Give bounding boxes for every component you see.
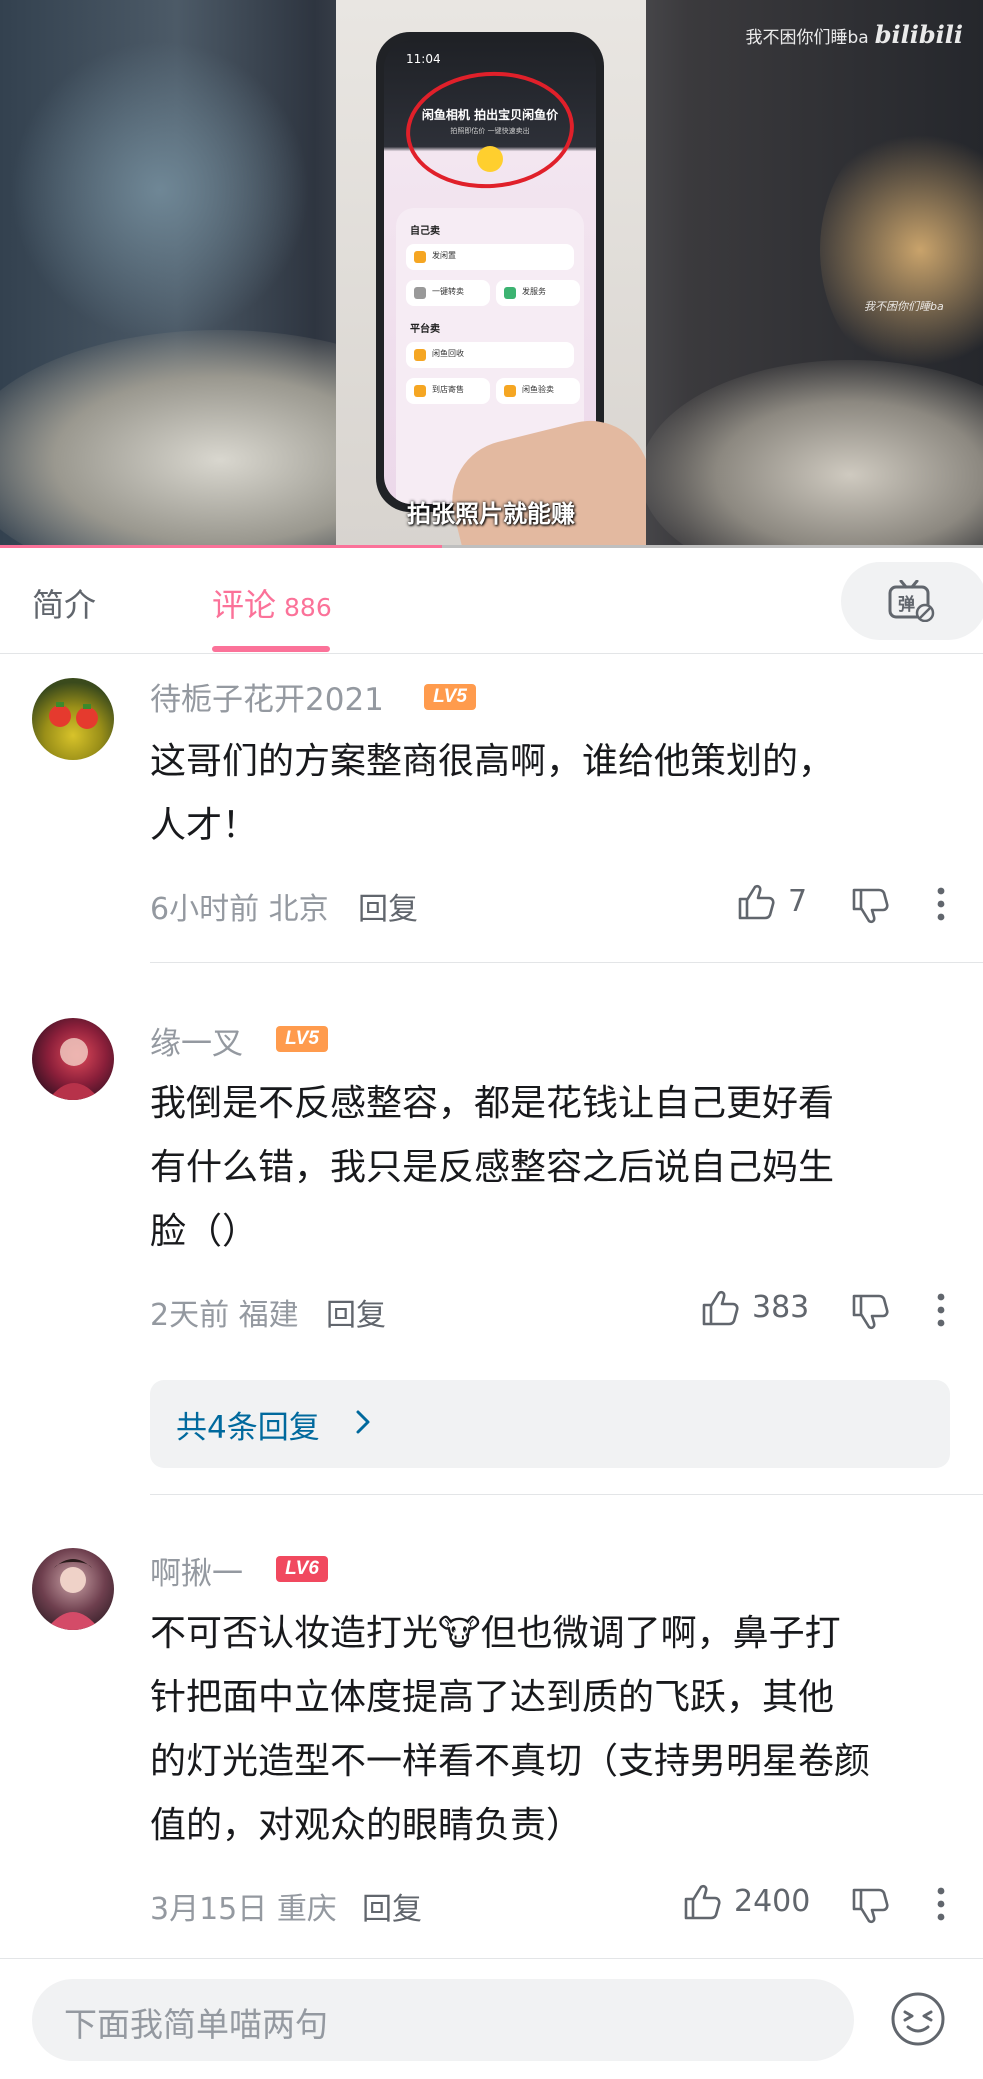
comment-input-placeholder: 下面我简单喵两句 [64, 2005, 328, 2044]
danmaku-off-icon: 弹 [888, 580, 935, 622]
thumbs-down-icon[interactable] [850, 1886, 890, 1926]
comment-meta: 6小时前 北京 [150, 884, 329, 928]
reply-button[interactable]: 回复 [362, 1884, 422, 1928]
level-badge: LV5 [424, 684, 476, 710]
username[interactable]: 缘一叉 [150, 1018, 243, 1063]
active-tab-indicator [212, 646, 330, 652]
comment-input-bar: 下面我简单喵两句 [0, 1958, 983, 2079]
replies-summary: 共4条回复 [176, 1410, 320, 1446]
more-options-icon[interactable] [936, 886, 946, 922]
like-count: 7 [788, 884, 808, 919]
thumbs-up-icon[interactable] [682, 1882, 722, 1922]
comment-text-line: 不可否认妆造打光🐮但也微调了啊，鼻子打 [150, 1613, 841, 1654]
comment-time: 6小时前 [150, 892, 260, 927]
username[interactable]: 啊揪一 [150, 1548, 243, 1593]
phone-time: 11:04 [406, 52, 441, 66]
strawberry-avatar-image [49, 702, 98, 729]
portrait-avatar-image [46, 1559, 100, 1630]
emoji-icon[interactable] [888, 1989, 948, 2049]
more-options-icon[interactable] [936, 1292, 946, 1328]
video-progress-bar[interactable] [0, 545, 983, 548]
comment-text-line: 针把面中立体度提高了达到质的飞跃，其他 [150, 1677, 835, 1718]
card-icon [504, 287, 516, 299]
section-self-sell: 自己卖 [410, 226, 440, 237]
chevron-right-icon [356, 1410, 370, 1434]
comment-text-line: 脸（） [150, 1211, 259, 1252]
comment-text-line: 人才！ [150, 805, 259, 846]
red-circle-annotation [402, 66, 578, 194]
card-icon [414, 287, 426, 299]
watermark: 我不困你们睡ba bilibili [746, 20, 963, 49]
video-progress-fill [0, 545, 443, 548]
costume-right [640, 360, 983, 548]
card-icon [504, 385, 516, 397]
inset-clip: 11:04 闲鱼相机 拍出宝贝闲鱼价 拍照即估价 一键快速卖出 自己卖 发闲置 … [336, 0, 646, 548]
tab-intro[interactable]: 简介 [32, 580, 96, 626]
comment-text-line: 这哥们的方案整商很高啊，谁给他策划的， [150, 741, 835, 782]
comment-divider [150, 1494, 983, 1495]
avatar[interactable] [32, 678, 114, 760]
level-badge: LV6 [276, 1556, 328, 1582]
comment-time: 2天前 [150, 1298, 230, 1333]
comment-time: 3月15日 [150, 1892, 268, 1927]
comment-text-line: 我倒是不反感整容，都是花钱让自己更好看 [150, 1083, 835, 1124]
thumbs-down-icon[interactable] [850, 1292, 890, 1332]
comments-count: 886 [284, 593, 332, 622]
card-icon [414, 349, 426, 361]
card-icon [414, 385, 426, 397]
comment-text-line: 值的，对观众的眼睛负责） [150, 1805, 583, 1846]
portrait-avatar-image [48, 1038, 100, 1100]
comment-location: 重庆 [276, 1892, 337, 1927]
bilibili-logo: bilibili [874, 20, 963, 49]
card-label: 到店寄售 [432, 385, 464, 394]
comment-input[interactable]: 下面我简单喵两句 [32, 1979, 854, 2061]
comment-location: 福建 [238, 1298, 299, 1333]
avatar[interactable] [32, 1018, 114, 1100]
comment-meta: 2天前 福建 [150, 1290, 299, 1334]
tab-comments[interactable]: 评论 886 [212, 580, 332, 626]
thumbs-down-icon[interactable] [850, 886, 890, 926]
reply-button[interactable]: 回复 [358, 884, 418, 928]
comment-meta: 3月15日 重庆 [150, 1884, 337, 1928]
tab-comments-label: 评论 [212, 586, 277, 624]
video-player[interactable]: 11:04 闲鱼相机 拍出宝贝闲鱼价 拍照即估价 一键快速卖出 自己卖 发闲置 … [0, 0, 983, 548]
background-blur [10, 40, 310, 340]
watermark-user: 我不困你们睡ba [745, 28, 869, 48]
card-icon [414, 251, 426, 263]
panel-card: 发服务 [496, 280, 580, 306]
thumbs-up-icon[interactable] [736, 882, 776, 922]
like-count: 383 [752, 1290, 810, 1325]
section-platform-sell: 平台卖 [410, 324, 440, 335]
more-options-icon[interactable] [936, 1886, 946, 1922]
comment-location: 北京 [268, 892, 329, 927]
thumbs-up-icon[interactable] [700, 1288, 740, 1328]
reply-button[interactable]: 回复 [326, 1290, 386, 1334]
calligraphy-signature: 我不困你们睡ba [864, 300, 944, 313]
tab-bar: 简介 评论 886 弹 [0, 550, 983, 654]
comment-divider [150, 962, 983, 963]
avatar[interactable] [32, 1548, 114, 1630]
panel-card: 到店寄售 [406, 378, 490, 404]
svg-text:弹: 弹 [898, 594, 915, 615]
panel-card: 闲鱼验卖 [496, 378, 580, 404]
card-label: 闲鱼验卖 [522, 385, 554, 394]
card-label: 发服务 [522, 287, 546, 296]
username[interactable]: 待栀子花开2021 [150, 674, 384, 719]
card-label: 闲鱼回收 [432, 349, 464, 358]
level-badge: LV5 [276, 1026, 328, 1052]
view-replies-button[interactable]: 共4条回复 [150, 1380, 950, 1468]
video-subtitle: 拍张照片就能赚 [407, 500, 575, 528]
danmaku-toggle-button[interactable]: 弹 [841, 562, 983, 640]
panel-card: 一键转卖 [406, 280, 490, 306]
comment-text-line: 有什么错，我只是反感整容之后说自己妈生 [150, 1147, 835, 1188]
background-light [820, 120, 983, 380]
like-count: 2400 [734, 1884, 811, 1919]
comment-text-line: 的灯光造型不一样看不真切（支持男明星卷颜 [150, 1741, 871, 1782]
panel-card: 闲鱼回收 [406, 342, 574, 368]
panel-card: 发闲置 [406, 244, 574, 270]
card-label: 一键转卖 [432, 287, 464, 296]
card-label: 发闲置 [432, 251, 456, 260]
